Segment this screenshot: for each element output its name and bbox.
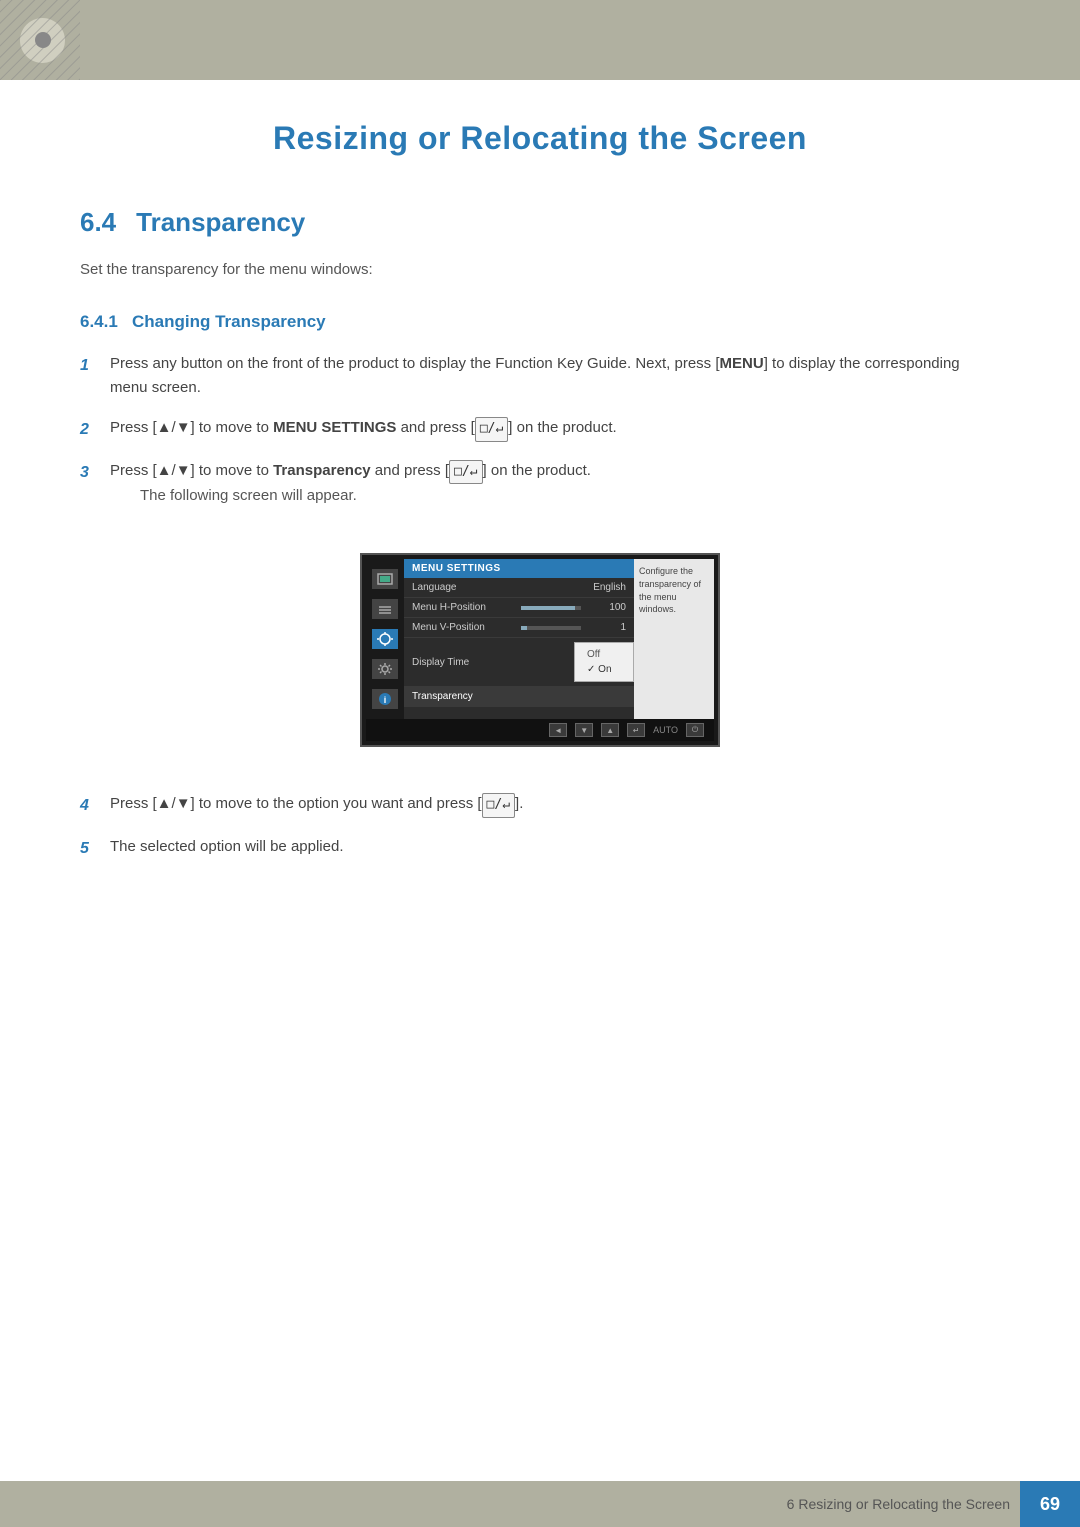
vposition-label: Menu V-Position bbox=[412, 622, 511, 633]
step-3-num: 3 bbox=[80, 459, 110, 486]
menu-panel: MENU SETTINGS Language English Menu H-Po… bbox=[404, 559, 634, 719]
vposition-slider bbox=[521, 626, 581, 630]
language-value: English bbox=[586, 582, 626, 593]
steps-list-2: 4 Press [▲/▼] to move to the option you … bbox=[80, 792, 1000, 861]
sidebar-icon-gear bbox=[372, 659, 398, 679]
confirm-key-3: □/↵ bbox=[482, 793, 515, 818]
section-title: Transparency bbox=[136, 207, 305, 238]
hposition-label: Menu H-Position bbox=[412, 602, 511, 613]
menu-row-vposition: Menu V-Position 1 bbox=[404, 618, 634, 638]
step-1-num: 1 bbox=[80, 352, 110, 379]
step-2: 2 Press [▲/▼] to move to MENU SETTINGS a… bbox=[80, 416, 1000, 443]
top-bar bbox=[0, 0, 1080, 80]
tooltip-text: Configure the transparency of the menu w… bbox=[639, 566, 701, 614]
sidebar-icon-info: i bbox=[372, 689, 398, 709]
screen-mockup: i MENU SETTINGS Language English bbox=[360, 553, 720, 747]
sidebar-icon-picture bbox=[372, 599, 398, 619]
screen-mockup-wrap: i MENU SETTINGS Language English bbox=[80, 533, 1000, 767]
menu-key: MENU bbox=[720, 355, 764, 372]
chapter-title: Resizing or Relocating the Screen bbox=[0, 80, 1080, 187]
dropdown-off: Off bbox=[587, 647, 621, 662]
main-content: 6.4 Transparency Set the transparency fo… bbox=[0, 187, 1080, 958]
menu-row-hposition: Menu H-Position 100 bbox=[404, 598, 634, 618]
btn-down: ▼ bbox=[575, 723, 593, 737]
displaytime-label: Display Time bbox=[412, 657, 566, 668]
step-1-text: Press any button on the front of the pro… bbox=[110, 352, 1000, 400]
screen-sidebar: i bbox=[366, 559, 404, 719]
step-3-subtext: The following screen will appear. bbox=[140, 487, 357, 504]
steps-list: 1 Press any button on the front of the p… bbox=[80, 352, 1000, 508]
auto-label: AUTO bbox=[653, 725, 678, 735]
footer-chapter-text: 6 Resizing or Relocating the Screen bbox=[787, 1496, 1020, 1512]
hposition-value: 100 bbox=[586, 602, 626, 613]
section-heading: 6.4 Transparency bbox=[80, 207, 1000, 238]
confirm-key-1: □/↵ bbox=[475, 417, 508, 442]
svg-text:i: i bbox=[384, 695, 387, 705]
language-label: Language bbox=[412, 582, 586, 593]
btn-up: ▲ bbox=[601, 723, 619, 737]
hatch-corner bbox=[0, 0, 80, 80]
step-4-num: 4 bbox=[80, 792, 110, 819]
transparency-menu-label: Transparency bbox=[412, 691, 626, 702]
transparency-label: Transparency bbox=[273, 462, 371, 479]
step-4-text: Press [▲/▼] to move to the option you wa… bbox=[110, 792, 1000, 818]
step-2-text: Press [▲/▼] to move to MENU SETTINGS and… bbox=[110, 416, 1000, 442]
menu-title: MENU SETTINGS bbox=[404, 559, 634, 578]
hposition-slider bbox=[521, 606, 581, 610]
subsection-heading: 6.4.1 Changing Transparency bbox=[80, 312, 1000, 332]
section-description: Set the transparency for the menu window… bbox=[80, 258, 1000, 282]
footer: 6 Resizing or Relocating the Screen 69 bbox=[0, 1481, 1080, 1527]
screen-inner: i MENU SETTINGS Language English bbox=[366, 559, 714, 719]
vposition-value: 1 bbox=[586, 622, 626, 633]
step-1: 1 Press any button on the front of the p… bbox=[80, 352, 1000, 400]
subsection-number: 6.4.1 bbox=[80, 312, 118, 331]
screen-bottom: ◄ ▼ ▲ ↵ AUTO ⏻ bbox=[366, 719, 714, 741]
footer-page-number: 69 bbox=[1020, 1481, 1080, 1527]
step-3-text: Press [▲/▼] to move to Transparency and … bbox=[110, 459, 1000, 509]
step-5-text: The selected option will be applied. bbox=[110, 835, 1000, 859]
step-4: 4 Press [▲/▼] to move to the option you … bbox=[80, 792, 1000, 819]
menu-row-displaytime: Display Time Off On bbox=[404, 638, 634, 687]
step-2-num: 2 bbox=[80, 416, 110, 443]
step-5: 5 The selected option will be applied. bbox=[80, 835, 1000, 862]
menu-row-language: Language English bbox=[404, 578, 634, 598]
btn-power: ⏻ bbox=[686, 723, 704, 737]
section-number: 6.4 bbox=[80, 207, 116, 238]
confirm-key-2: □/↵ bbox=[449, 460, 482, 485]
btn-enter: ↵ bbox=[627, 723, 645, 737]
sidebar-icon-display bbox=[372, 569, 398, 589]
btn-left: ◄ bbox=[549, 723, 567, 737]
tooltip-panel: Configure the transparency of the menu w… bbox=[634, 559, 714, 719]
menu-row-transparency: Transparency bbox=[404, 687, 634, 707]
step-5-num: 5 bbox=[80, 835, 110, 862]
screen-outer: i MENU SETTINGS Language English bbox=[360, 553, 720, 747]
dropdown-on: On bbox=[587, 662, 621, 677]
menu-settings-label: MENU SETTINGS bbox=[273, 419, 396, 436]
subsection-title: Changing Transparency bbox=[132, 312, 326, 331]
step-3: 3 Press [▲/▼] to move to Transparency an… bbox=[80, 459, 1000, 509]
sidebar-icon-menu-settings bbox=[372, 629, 398, 649]
dropdown-overlay: Off On bbox=[574, 642, 634, 682]
